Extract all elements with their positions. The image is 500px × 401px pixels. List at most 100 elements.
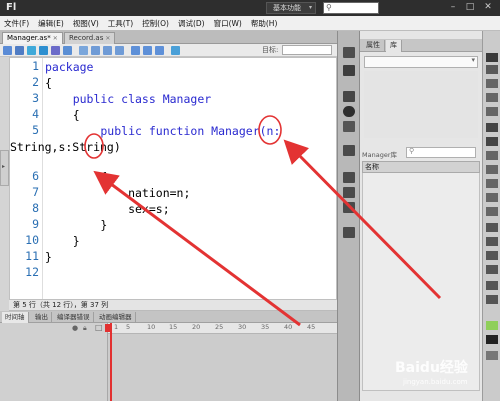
tab-label: Manager.as* (7, 34, 51, 42)
line-number: 9 (32, 217, 39, 231)
menu-file[interactable]: 文件(F) (4, 18, 29, 29)
menu-control[interactable]: 控制(O) (142, 18, 169, 29)
subselection-tool-icon[interactable] (486, 65, 498, 74)
color-swatch-icon[interactable] (343, 47, 355, 58)
right-panel-tabs: 属性 库 (360, 39, 482, 52)
info-icon[interactable] (343, 106, 355, 117)
tab-record-as[interactable]: Record.as ✕ (64, 32, 116, 44)
menu-debug[interactable]: 调试(D) (178, 18, 205, 29)
target-icon[interactable] (27, 46, 36, 55)
bone-tool-icon[interactable] (486, 223, 498, 232)
frame-label: 35 (261, 323, 270, 331)
code-line: } (45, 250, 52, 264)
brush-tool-icon[interactable] (486, 193, 498, 202)
component-icon[interactable] (343, 121, 355, 132)
library-column-header[interactable]: 名称 (362, 161, 480, 173)
collapse-selection-icon[interactable] (103, 46, 112, 55)
close-button[interactable]: ✕ (481, 1, 495, 14)
menu-help[interactable]: 帮助(H) (251, 18, 278, 29)
maximize-button[interactable]: □ (463, 1, 477, 14)
eyedropper-tool-icon[interactable] (486, 251, 498, 260)
app-logo: Fl (6, 2, 17, 13)
line-number: 8 (32, 201, 39, 215)
text-tool-icon[interactable] (486, 137, 498, 146)
frame-label: 15 (169, 323, 178, 331)
tab-compiler-errors[interactable]: 编译器错误 (54, 312, 94, 323)
library-document-select[interactable]: ▾ (364, 56, 478, 68)
line-number: 10 (25, 233, 39, 247)
scene-icon[interactable] (343, 187, 355, 198)
target-select[interactable] (282, 45, 332, 55)
panel-collapse-handle[interactable]: ▸ (0, 150, 9, 186)
debug-options-icon[interactable] (79, 46, 88, 55)
close-tab-icon[interactable]: ✕ (105, 35, 110, 42)
close-tab-icon[interactable]: ✕ (53, 35, 58, 42)
code-line: package (45, 60, 94, 74)
tab-manager-as[interactable]: Manager.as* ✕ (2, 32, 63, 44)
workspace-label: 基本功能 (273, 4, 301, 12)
align-icon[interactable] (343, 65, 355, 76)
timeline-panel: ● 🔒︎ □ 1 5 10 15 20 25 30 35 40 45 (0, 323, 337, 401)
find-icon[interactable] (15, 46, 24, 55)
uncomment-icon[interactable] (155, 46, 164, 55)
flash-ide-window: Fl 基本功能 ▾ ⚲ – □ ✕ 文件(F) 编辑(E) 视图(V) 工具(T… (0, 0, 500, 401)
menu-edit[interactable]: 编辑(E) (38, 18, 64, 29)
menu-view[interactable]: 视图(V) (73, 18, 99, 29)
code-snippets-icon[interactable] (343, 145, 355, 156)
timeline-ruler[interactable]: 1 5 10 15 20 25 30 35 40 45 (108, 323, 337, 334)
comment-line-icon[interactable] (143, 46, 152, 55)
expand-all-icon[interactable] (115, 46, 124, 55)
code-hint-icon[interactable] (63, 46, 72, 55)
playhead[interactable] (110, 323, 112, 401)
stroke-color-icon[interactable] (486, 321, 498, 330)
code-line: String,s:String) (10, 140, 121, 154)
timeline-layers[interactable]: ● 🔒︎ □ (0, 323, 108, 401)
comment-block-icon[interactable] (131, 46, 140, 55)
show-toolbox-icon[interactable] (171, 46, 180, 55)
workspace-switcher[interactable]: 基本功能 ▾ (266, 2, 316, 14)
minimize-button[interactable]: – (446, 1, 460, 14)
timeline-frames[interactable] (108, 334, 337, 401)
lock-icon[interactable]: 🔒︎ (83, 324, 87, 333)
tab-timeline[interactable]: 时间轴 (2, 312, 29, 323)
code-editor[interactable]: 1 2 3 4 5 6 7 8 9 10 11 12 package { pub… (9, 57, 337, 300)
tab-motion-editor[interactable]: 动画编辑器 (96, 312, 136, 323)
transform-icon[interactable] (343, 91, 355, 102)
tab-properties[interactable]: 属性 (362, 40, 385, 52)
rectangle-tool-icon[interactable] (486, 165, 498, 174)
free-transform-tool-icon[interactable] (486, 79, 498, 88)
chevron-down-icon: ▾ (308, 4, 312, 11)
history-icon[interactable] (343, 172, 355, 183)
tab-output[interactable]: 输出 (32, 312, 52, 323)
eye-icon[interactable]: ● (72, 324, 78, 332)
paint-bucket-tool-icon[interactable] (486, 237, 498, 246)
code-line: { (45, 170, 108, 184)
menu-window[interactable]: 窗口(W) (214, 18, 242, 29)
library-search-input[interactable]: ⚲ (406, 147, 476, 158)
menu-tools[interactable]: 工具(T) (108, 18, 133, 29)
eraser-tool-icon[interactable] (486, 265, 498, 274)
selection-tool-icon[interactable] (486, 53, 498, 62)
library-name: Manager库 (362, 151, 397, 159)
motion-presets-icon[interactable] (343, 202, 355, 213)
movie-explorer-icon[interactable] (343, 227, 355, 238)
swap-colors-icon[interactable] (486, 351, 498, 360)
pen-tool-icon[interactable] (486, 123, 498, 132)
line-number: 7 (32, 185, 39, 199)
tab-library[interactable]: 库 (386, 40, 402, 52)
pencil-tool-icon[interactable] (486, 179, 498, 188)
line-tool-icon[interactable] (486, 151, 498, 160)
frame-label: 10 (147, 323, 156, 331)
zoom-tool-icon[interactable] (486, 295, 498, 304)
deco-tool-icon[interactable] (486, 207, 498, 216)
help-search-input[interactable]: ⚲ (323, 2, 379, 14)
lasso-tool-icon[interactable] (486, 107, 498, 116)
check-syntax-icon[interactable] (39, 46, 48, 55)
hand-tool-icon[interactable] (486, 281, 498, 290)
3d-rotation-tool-icon[interactable] (486, 93, 498, 102)
fill-color-icon[interactable] (486, 335, 498, 344)
auto-format-icon[interactable] (51, 46, 60, 55)
collapse-icon[interactable] (91, 46, 100, 55)
add-script-icon[interactable] (3, 46, 12, 55)
outline-icon[interactable]: □ (95, 323, 103, 332)
